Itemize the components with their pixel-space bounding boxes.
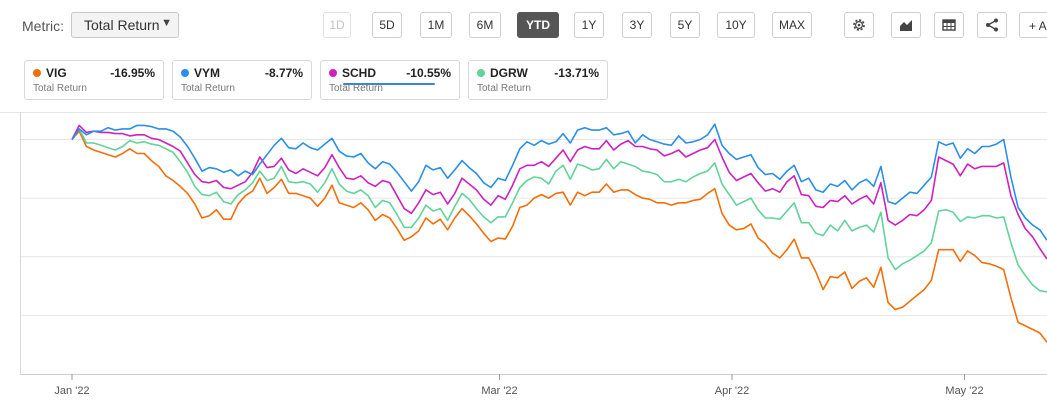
legend-metric-label: Total Return [477,83,531,94]
x-tick-label: Apr '22 [715,385,750,397]
range-button-1m[interactable]: 1M [420,12,452,38]
series-color-dot [33,69,41,77]
legend-card-vym[interactable]: VYM -8.77% Total Return [172,60,312,100]
hover-underline [343,83,435,85]
x-tick-label: Mar '22 [481,385,517,397]
metric-label: Metric: [22,18,64,34]
gear-icon [853,19,865,31]
legend-metric-label: Total Return [181,83,235,94]
range-button-ytd[interactable]: YTD [517,12,559,38]
range-button-5d[interactable]: 5D [372,12,402,38]
x-tick-label: May '22 [945,385,983,397]
table-view-button[interactable] [934,12,964,38]
series-color-dot [181,69,189,77]
legend-ticker: SCHD [342,66,377,80]
legend-card-dgrw[interactable]: DGRW -13.71% Total Return [468,60,608,100]
range-button-3y[interactable]: 3Y [622,12,652,38]
series-line-vig[interactable] [71,130,1047,343]
legend-ticker: VYM [194,66,221,80]
legend-return-value: -16.95% [110,66,155,80]
x-tick-label: Jan '22 [54,385,89,397]
range-button-1d[interactable]: 1D [323,12,351,38]
legend-card-vig[interactable]: VIG -16.95% Total Return [24,60,164,100]
chart-area[interactable]: Jan '22 Mar '22 Apr '22 May '22 [0,112,1047,401]
metric-select-value: Total Return [84,17,160,33]
chart-type-button[interactable] [891,12,921,38]
x-axis: Jan '22 Mar '22 Apr '22 May '22 [20,374,1047,397]
range-button-max[interactable]: MAX [772,12,812,38]
share-button[interactable] [977,12,1007,38]
series-color-dot [329,69,337,77]
series-color-dot [477,69,485,77]
caret-down-icon: ▼ [161,17,172,29]
legend-card-schd[interactable]: SCHD -10.55% Total Return [320,60,460,100]
legend-return-value: -8.77% [264,66,303,80]
metric-select[interactable]: Total Return ▼ [71,12,179,38]
legend-metric-label: Total Return [33,83,87,94]
legend-ticker: DGRW [490,66,528,80]
series-lines [71,123,1047,343]
share-icon [986,18,998,32]
range-button-6m[interactable]: 6M [469,12,501,38]
legend-return-value: -10.55% [406,66,451,80]
range-button-10y[interactable]: 10Y [717,12,755,38]
toolbar: Metric: Total Return ▼ 1D 5D 1M 6M YTD 1… [0,0,1047,52]
line-chart[interactable]: Jan '22 Mar '22 Apr '22 May '22 [0,112,1047,401]
add-comparison-button[interactable]: + Ad [1019,12,1047,38]
grid-lines [0,112,1047,374]
table-icon [942,19,956,31]
chart-type-icon [900,20,912,31]
range-button-1y[interactable]: 1Y [574,12,604,38]
range-button-5y[interactable]: 5Y [670,12,700,38]
settings-button[interactable] [844,12,874,38]
legend-ticker: VIG [46,66,67,80]
legend-return-value: -13.71% [554,66,599,80]
